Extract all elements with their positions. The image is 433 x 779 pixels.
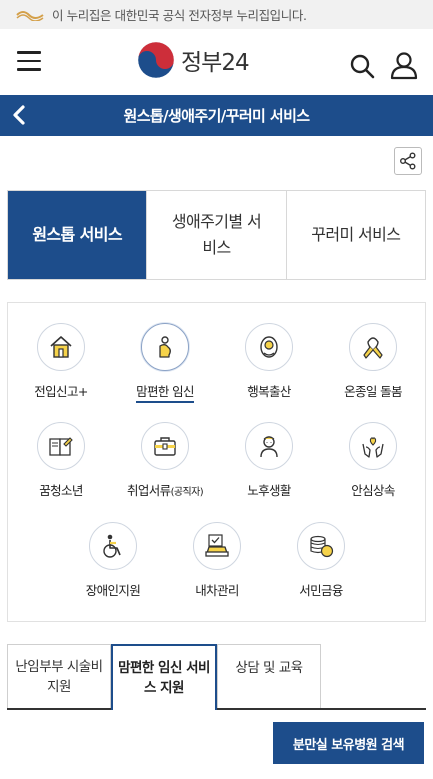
service-circle	[141, 323, 189, 371]
service-circle	[297, 522, 345, 570]
hands-heart-icon	[362, 437, 384, 458]
car-check-icon	[205, 534, 229, 557]
subtab-counseling[interactable]: 상담 및 교육	[217, 644, 321, 708]
service-label: 노후생활	[247, 483, 291, 498]
menu-button[interactable]	[17, 51, 41, 73]
subtab-pregnancy-support[interactable]: 맘편한 임신 서비스 지원	[111, 644, 217, 710]
service-circle	[89, 522, 137, 570]
service-label: 서민금융	[299, 583, 343, 598]
service-label: 행복출산	[247, 384, 291, 399]
wheelchair-icon	[103, 534, 121, 558]
service-retirement[interactable]: 노후생활	[217, 422, 321, 499]
service-label: 내차관리	[195, 583, 239, 598]
hospital-search-button[interactable]: 분만실 보유병원 검색	[273, 722, 424, 764]
share-icon	[400, 152, 416, 170]
page-title-bar: 원스톱/생애주기/꾸러미 서비스	[0, 95, 433, 136]
subtab-label: 난임부부 시술비 지원	[15, 658, 103, 695]
book-icon	[49, 437, 73, 456]
service-disability[interactable]: 장애인지원	[61, 522, 165, 599]
brand-name: 정부24	[181, 50, 250, 76]
service-label: 전입신고+	[34, 384, 88, 399]
subtab-label: 상담 및 교육	[235, 659, 303, 676]
sub-tabs: 난임부부 시술비 지원 맘편한 임신 서비스 지원 상담 및 교육	[7, 644, 426, 710]
user-icon[interactable]	[389, 50, 419, 80]
service-childbirth[interactable]: 행복출산	[217, 323, 321, 400]
service-youth[interactable]: 꿈청소년	[9, 422, 113, 499]
service-circle	[245, 422, 293, 470]
service-label: 장애인지원	[85, 583, 141, 598]
pregnant-icon	[159, 336, 171, 358]
service-circle	[349, 323, 397, 371]
tab-onestop[interactable]: 원스톱 서비스	[8, 191, 147, 279]
service-finance[interactable]: 서민금융	[269, 522, 373, 599]
tab-lifecycle-label: 생애주기별 서비스	[171, 212, 262, 257]
gov-flag-icon	[16, 10, 44, 21]
header: 정부24	[0, 29, 433, 95]
service-circle	[349, 422, 397, 470]
subtab-infertility[interactable]: 난임부부 시술비 지원	[7, 644, 111, 708]
subtab-label: 맘편한 임신 서비스 지원	[118, 660, 210, 696]
service-label: 안심상속	[351, 483, 395, 498]
service-circle	[37, 323, 85, 371]
ribbon-icon	[363, 337, 383, 359]
search-icon[interactable]	[349, 53, 375, 79]
share-button[interactable]	[394, 147, 422, 175]
service-circle	[141, 422, 189, 470]
service-car[interactable]: 내차관리	[165, 522, 269, 599]
service-grid: 전입신고+ 맘편한 임신 행복출산 온종일 돌봄 꿈청소년 취업서류(공직자) …	[7, 302, 426, 622]
service-care[interactable]: 온종일 돌봄	[321, 323, 425, 400]
briefcase-icon	[154, 437, 176, 456]
service-pregnancy[interactable]: 맘편한 임신	[113, 323, 217, 403]
page-title: 원스톱/생애주기/꾸러미 서비스	[123, 107, 311, 125]
menu-icon-line	[17, 51, 41, 54]
elder-icon	[260, 436, 278, 458]
main-tabs: 원스톱 서비스 생애주기별 서비스 꾸러미 서비스	[7, 190, 426, 280]
gov-notice-text: 이 누리집은 대한민국 공식 전자정부 누리집입니다.	[52, 8, 307, 23]
service-label: 꿈청소년	[39, 483, 83, 498]
service-inheritance[interactable]: 안심상속	[321, 422, 425, 499]
back-arrow-icon[interactable]	[8, 103, 32, 127]
coins-icon	[310, 535, 334, 558]
logo[interactable]: 정부24	[137, 41, 250, 79]
service-circle	[193, 522, 241, 570]
house-icon	[50, 336, 72, 358]
menu-icon-line	[17, 59, 41, 62]
taegeuk-logo-icon	[137, 41, 175, 79]
gov-notice-bar: 이 누리집은 대한민국 공식 전자정부 누리집입니다.	[0, 0, 433, 29]
service-label-sub: (공직자)	[170, 487, 204, 498]
baby-icon	[260, 336, 278, 358]
menu-icon-line	[17, 68, 41, 71]
service-label: 온종일 돌봄	[344, 384, 402, 399]
service-employment-docs[interactable]: 취업서류(공직자)	[113, 422, 217, 499]
service-circle	[245, 323, 293, 371]
service-label: 맘편한 임신	[136, 381, 195, 403]
tab-lifecycle[interactable]: 생애주기별 서비스	[146, 191, 285, 279]
service-move-in[interactable]: 전입신고+	[9, 323, 113, 400]
service-label: 취업서류(공직자)	[126, 480, 204, 499]
service-circle	[37, 422, 85, 470]
tab-package[interactable]: 꾸러미 서비스	[285, 191, 425, 279]
service-label-main: 취업서류	[126, 483, 171, 498]
